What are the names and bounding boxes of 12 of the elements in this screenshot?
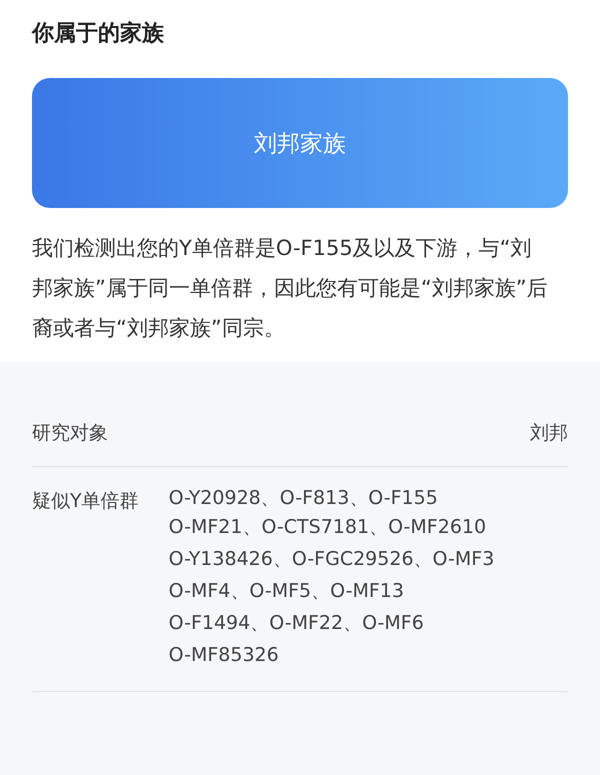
detail-value: O-F1494、O-MF22、O-MF6 <box>168 611 425 636</box>
detail-value: 刘邦 <box>530 421 568 446</box>
section-title: 你属于的家族 <box>32 20 165 48</box>
detail-value: O-Y20928、O-F813、O-F155 <box>168 486 439 511</box>
detail-label: 疑似Y单倍群 <box>32 489 139 514</box>
description-text: 我们检测出您的Y单倍群是O-F155及以及下游，与“刘邦家族”属于同一单倍群，因此您有可能是“刘邦家族”后裔或者与“刘邦家族”同宗。 <box>32 235 549 342</box>
family-card[interactable]: 刘邦家族 <box>32 78 568 208</box>
detail-value: O-MF4、O-MF5、O-MF13 <box>168 579 405 604</box>
detail-value: O-MF85326 <box>168 643 280 668</box>
detail-value: O-MF21、O-CTS7181、O-MF2610 <box>168 515 488 540</box>
detail-value: O-Y138426、O-FGC29526、O-MF3 <box>168 547 494 572</box>
detail-label: 研究对象 <box>32 421 108 446</box>
